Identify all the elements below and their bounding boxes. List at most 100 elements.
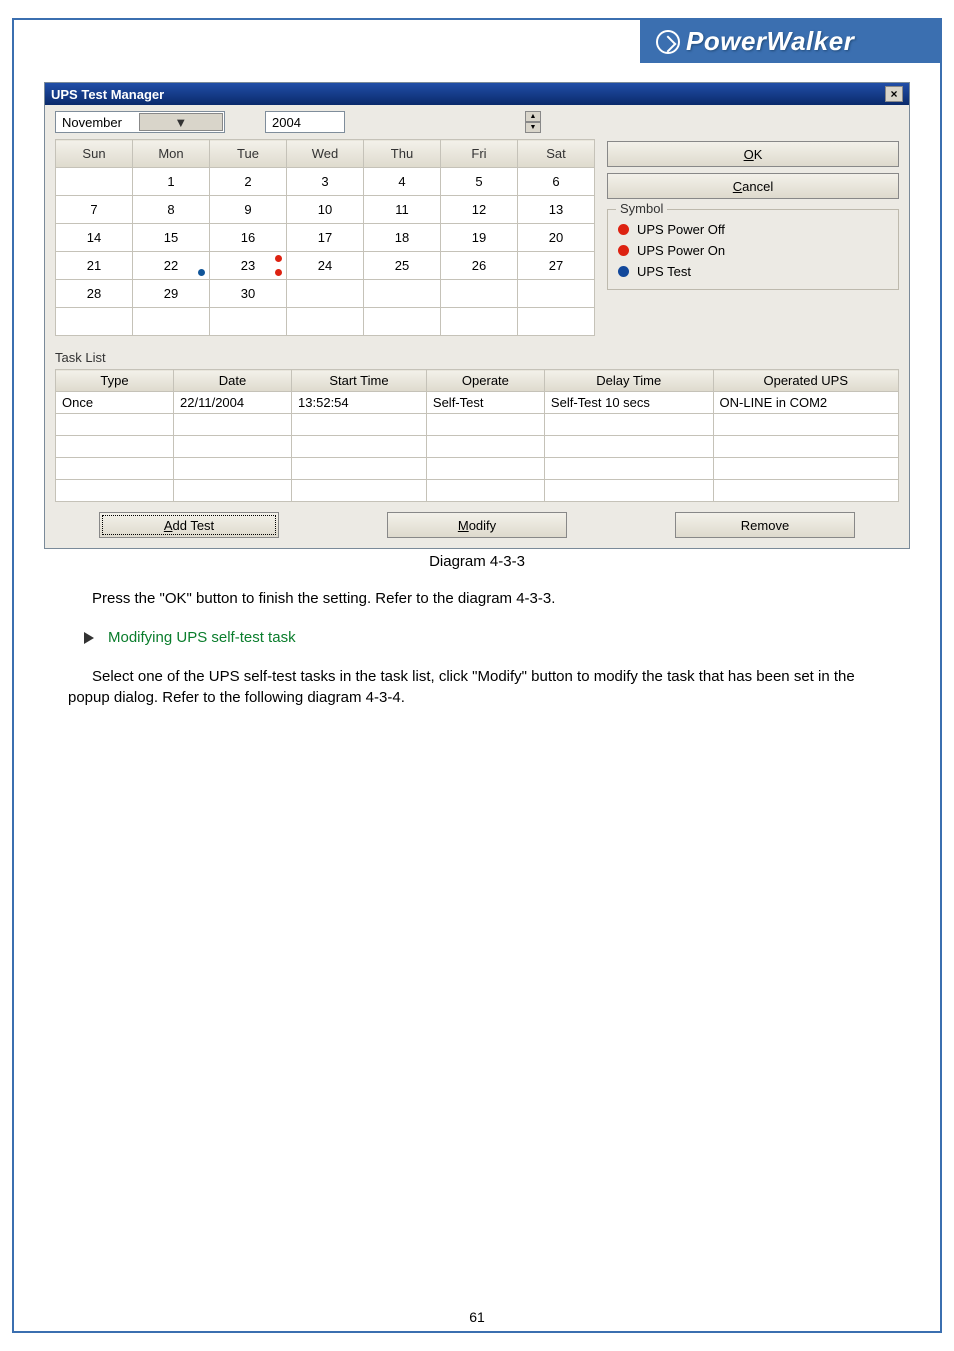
cal-cell[interactable]: 26	[441, 252, 518, 280]
cal-cell[interactable]	[287, 308, 364, 336]
legend-ups-test-label: UPS Test	[637, 264, 691, 279]
task-col-ups: Operated UPS	[713, 370, 898, 392]
symbol-legend-title: Symbol	[616, 201, 667, 216]
spinner-up-icon[interactable]: ▲	[525, 111, 541, 122]
cal-cell[interactable]: 27	[518, 252, 595, 280]
cal-cell[interactable]	[518, 280, 595, 308]
task-col-start: Start Time	[292, 370, 427, 392]
dialog-titlebar: UPS Test Manager ×	[45, 83, 909, 105]
month-dropdown[interactable]: November ▼	[55, 111, 225, 133]
cal-cell[interactable]: 12	[441, 196, 518, 224]
cal-cell[interactable]	[287, 280, 364, 308]
legend-power-on-icon	[618, 245, 629, 256]
task-col-operate: Operate	[426, 370, 544, 392]
cal-cell[interactable]: 6	[518, 168, 595, 196]
modify-button[interactable]: Modify	[387, 512, 567, 538]
task-row-operate: Self-Test	[426, 392, 544, 414]
task-row-type: Once	[56, 392, 174, 414]
paragraph-2: Select one of the UPS self-test tasks in…	[68, 666, 886, 708]
cal-cell[interactable]: 22	[133, 252, 210, 280]
task-row[interactable]	[56, 436, 899, 458]
cal-cell[interactable]	[364, 280, 441, 308]
chevron-down-icon[interactable]: ▼	[139, 113, 224, 131]
remove-button-label: Remove	[741, 518, 789, 533]
ok-button-rest: K	[754, 147, 763, 162]
cal-cell[interactable]: 4	[364, 168, 441, 196]
brand-logo-icon	[656, 30, 680, 54]
cal-cell[interactable]: 8	[133, 196, 210, 224]
cal-cell[interactable]	[210, 308, 287, 336]
ups-power-off-marker-icon	[275, 255, 282, 262]
legend-power-off-icon	[618, 224, 629, 235]
month-dropdown-value: November	[56, 115, 139, 130]
cal-cell[interactable]: 25	[364, 252, 441, 280]
symbol-legend: Symbol UPS Power Off UPS Power On	[607, 209, 899, 290]
cal-day-number: 23	[241, 258, 255, 273]
cal-cell[interactable]: 29	[133, 280, 210, 308]
task-row-start: 13:52:54	[292, 392, 427, 414]
cal-cell[interactable]: 16	[210, 224, 287, 252]
cal-cell[interactable]	[56, 308, 133, 336]
cal-cell[interactable]: 1	[133, 168, 210, 196]
task-row[interactable]	[56, 414, 899, 436]
task-list-label: Task List	[55, 350, 899, 365]
cal-cell[interactable]: 14	[56, 224, 133, 252]
task-row-ups: ON-LINE in COM2	[713, 392, 898, 414]
cal-cell[interactable]: 20	[518, 224, 595, 252]
task-row-date: 22/11/2004	[174, 392, 292, 414]
figure-caption: Diagram 4-3-3	[44, 553, 910, 570]
task-row[interactable]	[56, 480, 899, 502]
cal-cell[interactable]: 3	[287, 168, 364, 196]
year-input[interactable]: 2004	[265, 111, 345, 133]
cal-cell[interactable]: 19	[441, 224, 518, 252]
cal-cell[interactable]: 17	[287, 224, 364, 252]
cal-cell[interactable]: 13	[518, 196, 595, 224]
spinner-down-icon[interactable]: ▼	[525, 122, 541, 133]
cal-cell[interactable]: 24	[287, 252, 364, 280]
cal-cell[interactable]: 11	[364, 196, 441, 224]
ok-button[interactable]: OK	[607, 141, 899, 167]
cal-cell[interactable]	[441, 280, 518, 308]
cal-cell[interactable]: 9	[210, 196, 287, 224]
legend-power-off-label: UPS Power Off	[637, 222, 725, 237]
arrow-right-icon	[84, 632, 94, 644]
cal-header-sat: Sat	[518, 140, 595, 168]
add-test-button[interactable]: Add Test	[99, 512, 279, 538]
cal-header-sun: Sun	[56, 140, 133, 168]
cal-header-wed: Wed	[287, 140, 364, 168]
cal-cell[interactable]: 21	[56, 252, 133, 280]
cal-header-thu: Thu	[364, 140, 441, 168]
cal-header-mon: Mon	[133, 140, 210, 168]
cal-cell[interactable]: 7	[56, 196, 133, 224]
cal-cell[interactable]: 2	[210, 168, 287, 196]
ups-power-on-marker-icon	[275, 269, 282, 276]
task-col-date: Date	[174, 370, 292, 392]
cal-cell[interactable]: 23	[210, 252, 287, 280]
calendar: Sun Mon Tue Wed Thu Fri Sat	[55, 139, 595, 336]
cal-header-fri: Fri	[441, 140, 518, 168]
cal-cell[interactable]: 15	[133, 224, 210, 252]
remove-button[interactable]: Remove	[675, 512, 855, 538]
task-row[interactable]	[56, 458, 899, 480]
close-icon[interactable]: ×	[885, 86, 903, 102]
cal-cell[interactable]: 30	[210, 280, 287, 308]
year-input-value: 2004	[272, 115, 301, 130]
cal-cell[interactable]	[518, 308, 595, 336]
brand-logo: PowerWalker	[640, 20, 940, 63]
cancel-button[interactable]: Cancel	[607, 173, 899, 199]
bullet-heading: Modifying UPS self-test task	[84, 627, 886, 648]
task-row[interactable]: Once 22/11/2004 13:52:54 Self-Test Self-…	[56, 392, 899, 414]
cal-cell[interactable]: 5	[441, 168, 518, 196]
cal-cell[interactable]	[133, 308, 210, 336]
cal-cell[interactable]: 18	[364, 224, 441, 252]
cal-cell[interactable]: 28	[56, 280, 133, 308]
legend-power-on-label: UPS Power On	[637, 243, 725, 258]
year-spinner[interactable]: ▲ ▼	[525, 111, 541, 133]
cal-cell[interactable]: 10	[287, 196, 364, 224]
cal-cell[interactable]	[364, 308, 441, 336]
cancel-button-rest: ancel	[742, 179, 773, 194]
cal-cell[interactable]	[441, 308, 518, 336]
cal-cell[interactable]	[56, 168, 133, 196]
page-number: 61	[0, 1309, 954, 1325]
cal-header-tue: Tue	[210, 140, 287, 168]
